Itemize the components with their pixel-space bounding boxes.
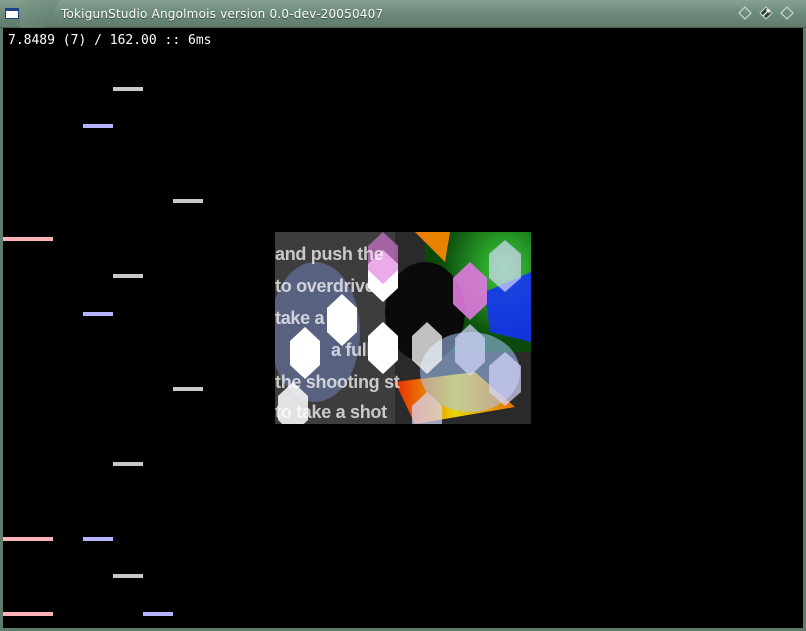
note xyxy=(173,199,203,203)
note xyxy=(113,274,143,278)
game-area[interactable]: 7.8489 (7) / 162.00 :: 6ms and push the … xyxy=(3,28,803,628)
note xyxy=(83,124,113,128)
window-title: TokigunStudio Angolmois version 0.0-dev-… xyxy=(61,7,384,21)
bga-text-line: to overdrive xyxy=(275,276,375,296)
title-decoration xyxy=(20,0,60,28)
note xyxy=(173,387,203,391)
bga-text-line: take a xyxy=(275,308,325,328)
note xyxy=(113,87,143,91)
minimize-icon[interactable] xyxy=(738,6,752,20)
close-icon[interactable] xyxy=(780,6,794,20)
bga-text-line: to take a shot xyxy=(275,402,387,422)
bga-text-line: and push the xyxy=(275,244,384,264)
note xyxy=(143,612,173,616)
note xyxy=(113,462,143,466)
title-bar[interactable]: TokigunStudio Angolmois version 0.0-dev-… xyxy=(0,0,806,28)
note xyxy=(3,237,53,241)
note xyxy=(3,537,53,541)
note xyxy=(83,537,113,541)
maximize-icon[interactable] xyxy=(759,6,773,20)
bga-text-line: a full xyxy=(331,340,372,360)
note xyxy=(3,612,53,616)
bga-image: and push the to overdrive take a a full … xyxy=(275,232,531,424)
note xyxy=(113,574,143,578)
bga-text-line: the shooting st xyxy=(275,372,400,392)
window-icon[interactable] xyxy=(5,8,19,19)
play-stats: 7.8489 (7) / 162.00 :: 6ms xyxy=(8,33,212,48)
note xyxy=(83,312,113,316)
